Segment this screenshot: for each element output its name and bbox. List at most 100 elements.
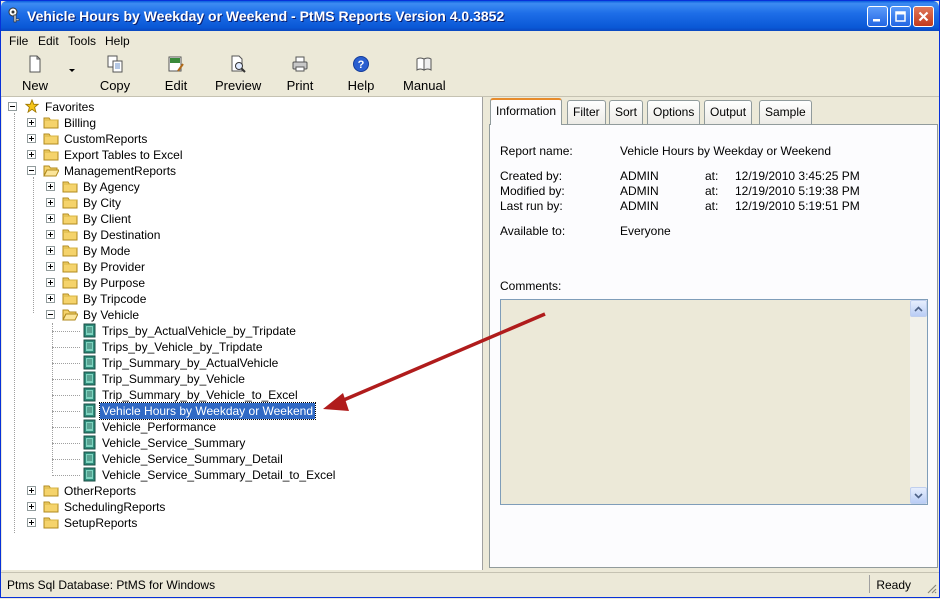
copy-button[interactable]: Copy [99,55,131,93]
print-button[interactable]: Print [286,55,314,93]
svg-text:?: ? [358,59,365,71]
menu-help[interactable]: Help [105,34,130,48]
report-icon [81,467,97,482]
tree-report-item[interactable]: Vehicle_Service_Summary_Detail [52,451,472,467]
tree-label: Vehicle_Service_Summary_Detail_to_Excel [102,468,336,482]
report-name-label: Report name: [500,144,573,158]
star-icon [24,99,40,113]
tree-report-item[interactable]: Vehicle_Service_Summary [52,435,472,451]
edit-button[interactable]: Edit [163,55,189,93]
collapse-icon[interactable] [46,310,55,319]
menu-file[interactable]: File [9,34,28,48]
status-database: Ptms Sql Database: PtMS for Windows [7,578,216,592]
tree-folder-schedulingreports[interactable]: SchedulingReports [27,499,447,515]
tab-information[interactable]: Information [490,98,563,125]
last-run-at-value: 12/19/2010 5:19:51 PM [735,199,860,213]
tree-report-item[interactable]: Trips_by_Vehicle_by_Tripdate [52,339,472,355]
new-button[interactable]: New [21,55,49,93]
new-dropdown-arrow-icon[interactable] [68,68,76,74]
collapse-icon[interactable] [8,102,17,111]
tree-node-favorites[interactable]: Favorites [8,99,208,115]
tree-report-item[interactable]: Trips_by_ActualVehicle_by_Tripdate [52,323,472,339]
tree-label: OtherReports [64,484,137,498]
tree-folder-setupreports[interactable]: SetupReports [27,515,447,531]
tree-report-item[interactable]: Vehicle_Performance [52,419,472,435]
chevron-up-icon [914,305,923,312]
tree-report-item[interactable]: Vehicle_Service_Summary_Detail_to_Excel [52,467,472,483]
tab-options[interactable]: Options [647,100,701,124]
tab-output[interactable]: Output [704,100,753,124]
tab-filter[interactable]: Filter [567,100,606,124]
comments-scrollbar[interactable] [910,300,927,504]
expand-icon[interactable] [46,246,55,255]
preview-icon [231,55,246,73]
window-title: Vehicle Hours by Weekday or Weekend - Pt… [27,8,505,24]
report-icon [81,355,97,370]
tree-folder-by-city[interactable]: By City [46,195,466,211]
comments-textarea[interactable] [500,299,928,505]
copy-icon [107,55,123,73]
expand-icon[interactable] [27,134,36,143]
expand-icon[interactable] [46,278,55,287]
created-by-value: ADMIN [620,169,659,183]
expand-icon[interactable] [46,182,55,191]
modified-at-label: at: [705,184,719,198]
tree-folder-by-vehicle[interactable]: By Vehicle [46,307,466,323]
tree-folder-customreports[interactable]: CustomReports [27,131,447,147]
expand-icon[interactable] [27,486,36,495]
tree-label: Trip_Summary_by_Vehicle [102,372,245,386]
preview-label: Preview [215,78,262,93]
expand-icon[interactable] [46,294,55,303]
tree-folder-export-tables-to-excel[interactable]: Export Tables to Excel [27,147,447,163]
tree-folder-by-agency[interactable]: By Agency [46,179,466,195]
tree-report-item[interactable]: Trip_Summary_by_Vehicle [52,371,472,387]
help-button[interactable]: ? Help [347,55,375,93]
modified-by-label: Modified by: [500,184,565,198]
tree-folder-by-destination[interactable]: By Destination [46,227,466,243]
tree-folder-by-mode[interactable]: By Mode [46,243,466,259]
tree-folder-otherreports[interactable]: OtherReports [27,483,447,499]
expand-icon[interactable] [27,118,36,127]
expand-icon[interactable] [46,262,55,271]
menu-tools[interactable]: Tools [68,34,96,48]
available-to-value: Everyone [620,224,671,238]
scroll-up-button[interactable] [910,300,927,317]
tree-folder-by-purpose[interactable]: By Purpose [46,275,466,291]
tree-label: Billing [64,116,97,130]
expand-icon[interactable] [27,518,36,527]
tab-sort[interactable]: Sort [609,100,644,124]
scroll-down-button[interactable] [910,487,927,504]
close-button[interactable] [913,6,934,27]
preview-button[interactable]: Preview [215,55,261,93]
tree-folder-billing[interactable]: Billing [27,115,447,131]
tree-report-item[interactable]: Trip_Summary_by_Vehicle_to_Excel [52,387,472,403]
tree-folder-by-provider[interactable]: By Provider [46,259,466,275]
tree-label: Vehicle_Performance [102,420,217,434]
folder-icon [43,483,59,497]
expand-icon[interactable] [27,150,36,159]
tree-folder-by-tripcode[interactable]: By Tripcode [46,291,466,307]
tree-report-item[interactable]: Vehicle Hours by Weekday or Weekend [52,402,472,420]
expand-icon[interactable] [46,230,55,239]
report-tree[interactable]: Favorites Billing CustomReports Export Tab… [2,97,483,570]
manual-button[interactable]: Manual [403,55,446,93]
resize-grip-icon[interactable] [925,582,937,594]
folder-icon [62,291,78,305]
modified-by-value: ADMIN [620,184,659,198]
menu-edit[interactable]: Edit [38,34,59,48]
title-bar[interactable]: Vehicle Hours by Weekday or Weekend - Pt… [1,1,939,31]
tree-folder-managementreports[interactable]: ManagementReports [27,163,447,179]
collapse-icon[interactable] [27,166,36,175]
edit-label: Edit [164,78,188,93]
expand-icon[interactable] [46,214,55,223]
tree-folder-by-client[interactable]: By Client [46,211,466,227]
expand-icon[interactable] [46,198,55,207]
status-ready: Ready [876,578,911,592]
tab-sample[interactable]: Sample [759,100,812,124]
expand-icon[interactable] [27,502,36,511]
report-icon [81,419,97,434]
maximize-button[interactable] [890,6,911,27]
tree-report-item[interactable]: Trip_Summary_by_ActualVehicle [52,355,472,371]
report-icon [81,435,97,450]
minimize-button[interactable] [867,6,888,27]
